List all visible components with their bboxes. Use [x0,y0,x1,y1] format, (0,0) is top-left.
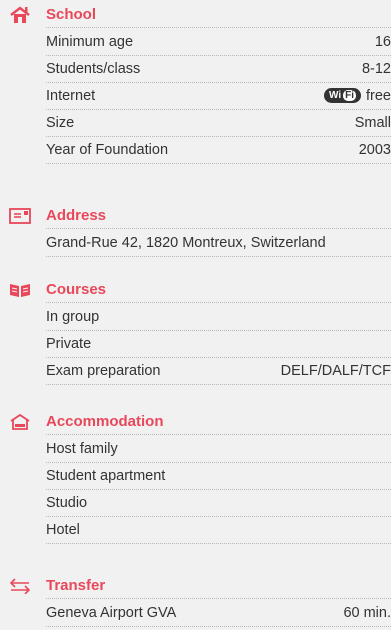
row-label: Minimum age [46,34,134,50]
row-label: Geneva Airport GVA [46,605,177,621]
row-label: Studio [46,495,88,511]
school-row-internet: Internet Wi Fi free [46,83,391,110]
accommodation-row-student-apartment: Student apartment [46,463,391,490]
school-row-min-age: Minimum age 16 [46,29,391,56]
row-label: In group [46,309,100,325]
row-label: Host family [46,441,118,457]
address-text: Grand-Rue 42, 1820 Montreux, Switzerland [46,235,326,251]
row-value: 16 [374,34,391,50]
row-label: Student apartment [46,468,166,484]
school-row-year: Year of Foundation 2003 [46,137,391,164]
address-title: Address [46,207,107,224]
row-label: Students/class [46,61,141,77]
school-row-size: Size Small [46,110,391,137]
wifi-icon: Wi Fi [323,87,361,103]
row-label: Exam preparation [46,363,161,379]
envelope-icon [9,207,31,225]
row-label: Internet [46,88,96,104]
school-row-students-class: Students/class 8-12 [46,56,391,83]
home-roof-icon [9,413,31,431]
courses-header: Courses [0,277,391,303]
row-value: DELF/DALF/TCF [280,363,391,379]
row-value: Small [354,115,391,131]
row-value: Wi Fi free [323,83,391,109]
accommodation-row-host-family: Host family [46,436,391,463]
row-value: 2003 [358,142,391,158]
accommodation-row-hotel: Hotel [46,517,391,544]
address-header: Address [0,203,391,229]
internet-value: free [366,88,391,104]
school-header: School [0,2,391,28]
transfer-header: Transfer [0,573,391,599]
transfer-row-geneva: Geneva Airport GVA 60 min. [46,600,391,627]
transfer-title: Transfer [46,577,106,594]
book-icon [9,281,31,299]
school-title: School [46,6,97,23]
courses-row-private: Private [46,331,391,358]
courses-row-group: In group [46,304,391,331]
courses-title: Courses [46,281,107,298]
arrows-icon [9,577,31,595]
row-value: 8-12 [361,61,391,77]
accommodation-title: Accommodation [46,413,164,430]
house-icon [9,6,31,24]
row-label: Year of Foundation [46,142,169,158]
row-value: 60 min. [343,605,391,621]
row-label: Hotel [46,522,80,538]
accommodation-row-studio: Studio [46,490,391,517]
address-row: Grand-Rue 42, 1820 Montreux, Switzerland [46,230,391,257]
courses-row-exam: Exam preparation DELF/DALF/TCF [46,358,391,385]
accommodation-header: Accommodation [0,409,391,435]
row-label: Size [46,115,75,131]
row-label: Private [46,336,92,352]
